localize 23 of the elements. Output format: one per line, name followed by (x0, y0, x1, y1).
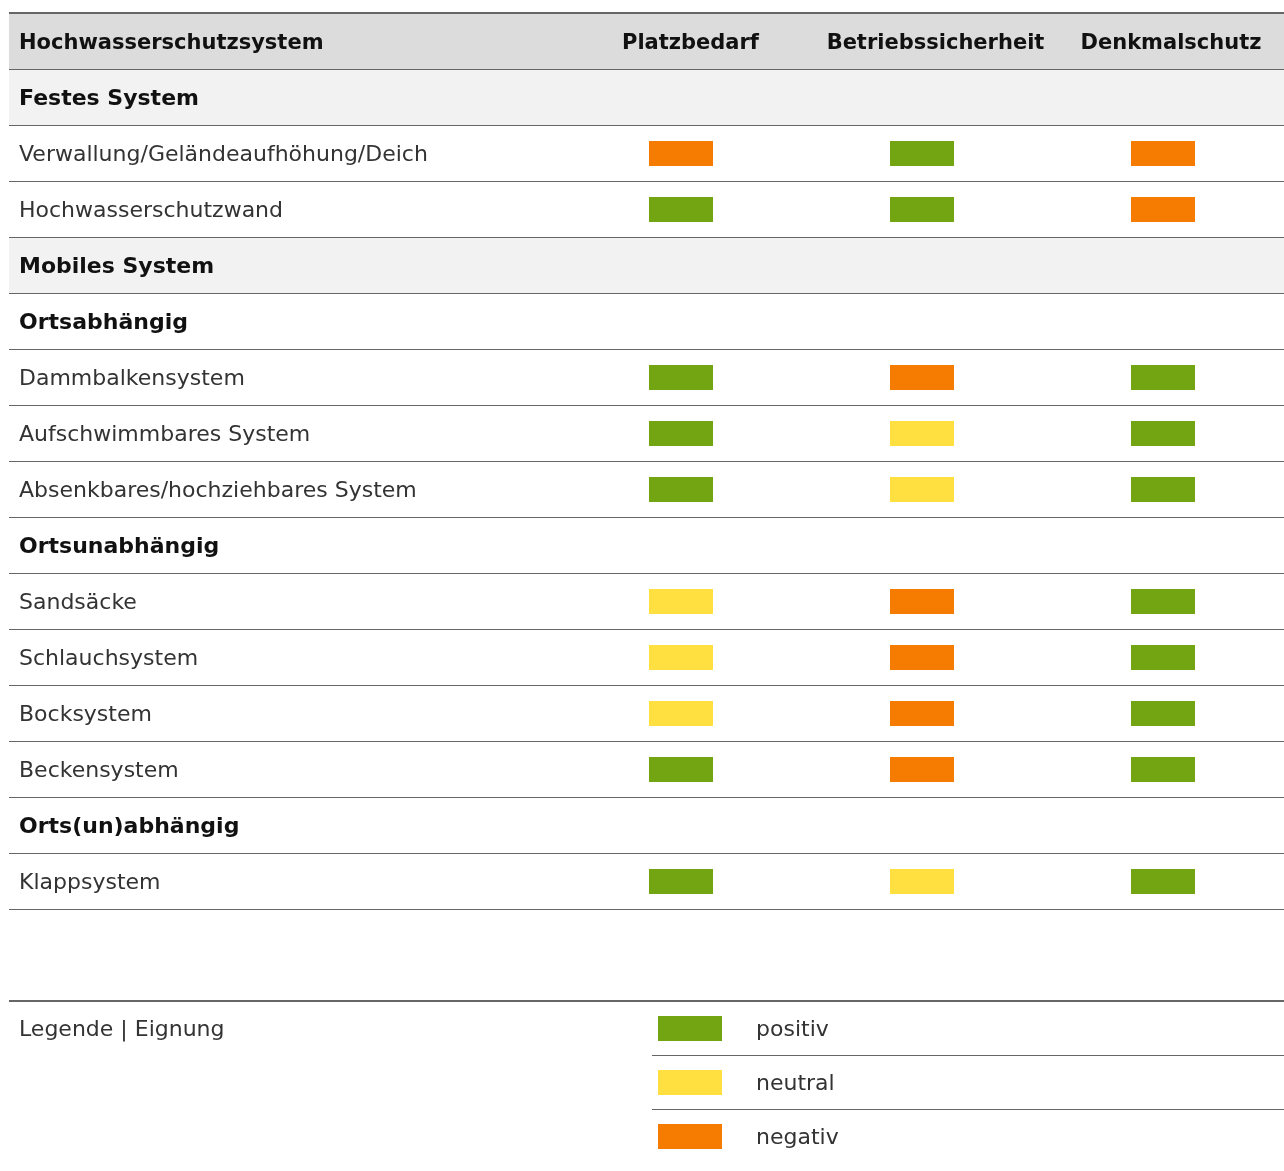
section-label: Festes System (18, 85, 200, 110)
table-cell-text: Absenkbares/hochziehbares System (18, 477, 418, 502)
column-header: Platzbedarf (621, 29, 760, 54)
group-label: Orts(un)abhängig (18, 813, 241, 838)
legend-title: Legende | Eignung (18, 1015, 226, 1044)
column-header: Betriebssicherheit (825, 29, 1046, 54)
table-cell-text: Hochwasserschutzwand (18, 197, 285, 222)
table-cell-text: Beckensystem (18, 757, 180, 782)
legend-label: positiv (756, 1016, 829, 1041)
column-header: Hochwasserschutzsystem (18, 29, 325, 54)
section-label: Mobiles System (18, 253, 216, 278)
table-cell-text: Dammbalkensystem (18, 365, 246, 390)
table-cell-text: Aufschwimmbares System (18, 421, 312, 446)
group-label: Ortsabhängig (18, 309, 189, 334)
table-cell-text: Schlauchsystem (18, 645, 200, 670)
legend-label: negativ (756, 1124, 839, 1149)
legend-label: neutral (756, 1070, 835, 1095)
table-cell-text: Klappsystem (18, 869, 162, 894)
column-header: Denkmalschutz (1079, 29, 1263, 54)
table-cell-text: Sandsäcke (18, 589, 138, 614)
table-cell-text: Verwallung/Geländeaufhöhung/Deich (18, 141, 429, 166)
group-label: Ortsunabhängig (18, 533, 221, 558)
table-cell-text: Bocksystem (18, 701, 153, 726)
